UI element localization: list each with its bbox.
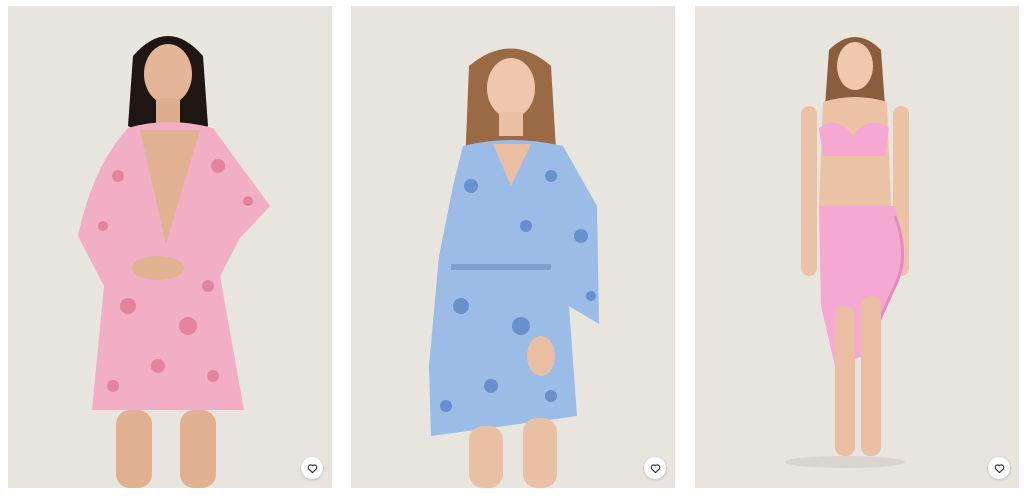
product-card[interactable]: Model wearing blue floral print kaftan d… (351, 6, 675, 488)
product-grid: Model wearing pink floral print wrap dre… (0, 0, 1024, 496)
product-image[interactable] (695, 6, 1019, 488)
wishlist-button[interactable] (644, 457, 666, 479)
product-image[interactable] (351, 6, 675, 488)
wishlist-button[interactable] (301, 457, 323, 479)
heart-outline-icon (994, 463, 1004, 473)
heart-outline-icon (650, 463, 660, 473)
product-card[interactable]: Model wearing pink floral print wrap dre… (8, 6, 332, 488)
product-card[interactable]: Model wearing pink bikini top and ruffle… (695, 6, 1019, 488)
heart-outline-icon (307, 463, 317, 473)
wishlist-button[interactable] (988, 457, 1010, 479)
product-image[interactable] (8, 6, 332, 488)
